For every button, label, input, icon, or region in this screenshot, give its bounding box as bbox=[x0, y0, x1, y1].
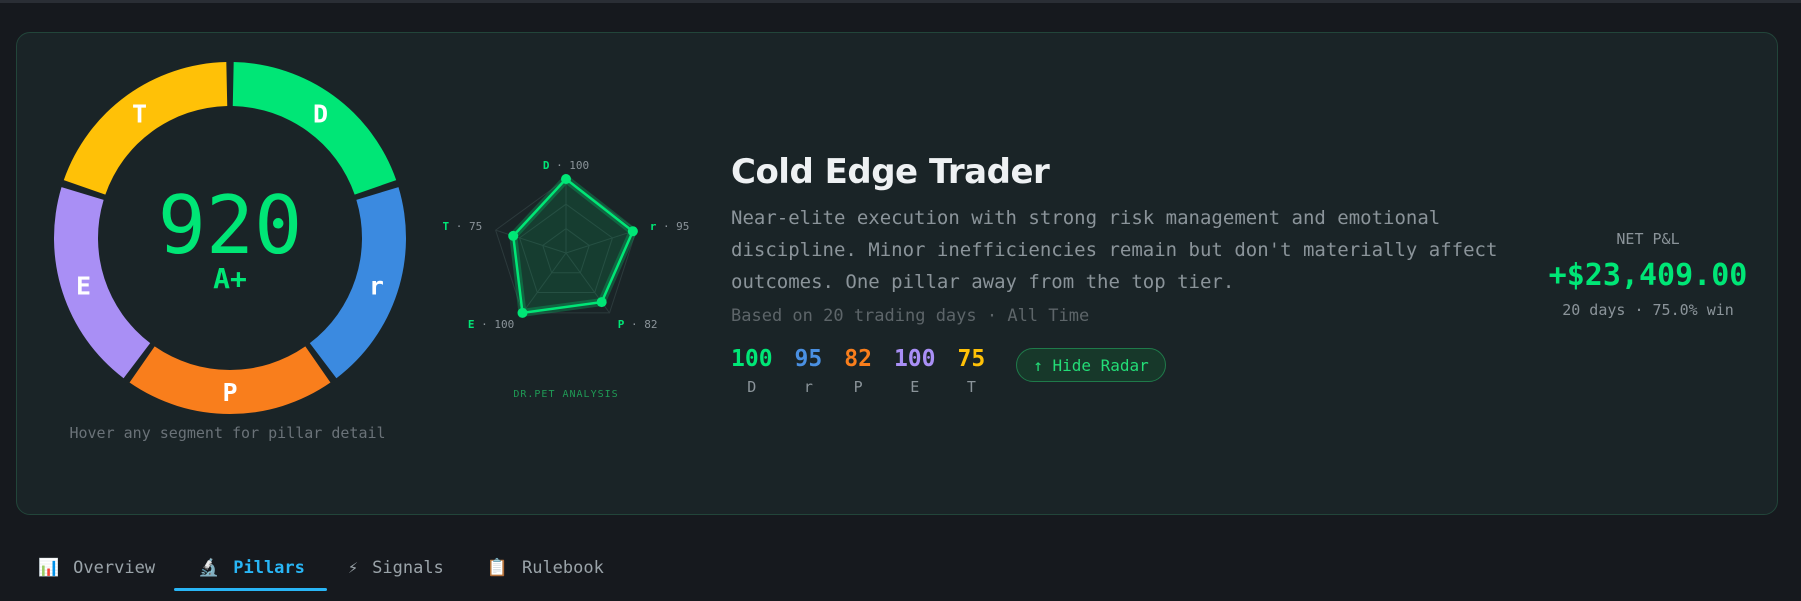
pillar-score-label: D bbox=[747, 378, 757, 396]
tab-signals[interactable]: ⚡ Signals bbox=[348, 548, 444, 588]
tab-bar: 📊 Overview 🔬 Pillars ⚡ Signals 📋 Rulebook bbox=[38, 548, 647, 591]
radar-caption: DR.PET ANALYSIS bbox=[513, 389, 618, 400]
radar-point-P bbox=[596, 297, 607, 308]
net-pnl-panel: NET P&L +$23,409.00 20 days · 75.0% win bbox=[1530, 230, 1766, 319]
profile-panel: Cold Edge Trader Near-elite execution wi… bbox=[731, 148, 1521, 396]
radar-glow bbox=[509, 173, 638, 318]
pillar-radar-chart: D · 100 r · 95 P · 82 E · 100 T · 75 DR.PET A… bbox=[443, 159, 690, 400]
donut-segment-label: E bbox=[76, 272, 91, 301]
hide-radar-button[interactable]: ↑ Hide Radar bbox=[1016, 348, 1166, 382]
donut-segment-r[interactable] bbox=[309, 187, 406, 379]
radar-axis-label: T · 75 bbox=[443, 220, 483, 233]
microscope-icon: 🔬 bbox=[198, 558, 220, 578]
tab-overview[interactable]: 📊 Overview bbox=[38, 548, 155, 588]
donut-segment-E[interactable] bbox=[53, 187, 151, 379]
pillar-score-value: 100 bbox=[893, 346, 936, 372]
net-pnl-summary: 20 days · 75.0% win bbox=[1562, 301, 1734, 319]
pillar-score-label: P bbox=[853, 378, 863, 396]
clipboard-icon: 📋 bbox=[486, 558, 508, 578]
net-pnl-value: +$23,409.00 bbox=[1548, 258, 1748, 293]
score-grade: A+ bbox=[213, 262, 247, 295]
radar-point-r bbox=[627, 226, 638, 237]
profile-title: Cold Edge Trader bbox=[731, 152, 1050, 192]
donut-segment-label: T bbox=[132, 99, 147, 128]
radar-point-E bbox=[517, 307, 528, 318]
pillar-score-P: 82 P bbox=[844, 346, 872, 396]
donut-segment-label: P bbox=[222, 378, 237, 407]
chart-icon: 📊 bbox=[38, 558, 60, 578]
pillar-score-label: E bbox=[910, 378, 920, 396]
donut-hint: Hover any segment for pillar detail bbox=[69, 424, 386, 442]
top-divider bbox=[0, 0, 1801, 3]
donut-segment-label: D bbox=[313, 99, 328, 128]
pillar-score-r: 95 r bbox=[795, 346, 823, 396]
pillar-donut-chart[interactable]: Dr P E T 920A+ bbox=[40, 48, 420, 428]
pillar-score-T: 75 T bbox=[958, 346, 986, 396]
tab-pillars[interactable]: 🔬 Pillars bbox=[174, 548, 327, 591]
pillar-score-D: 100 D bbox=[731, 346, 773, 396]
pillar-score-value: 100 bbox=[731, 346, 773, 372]
tab-label: Signals bbox=[372, 558, 444, 578]
radar-axis-label: P · 82 bbox=[618, 318, 658, 331]
radar-axis-label: E · 100 bbox=[468, 318, 514, 331]
radar-axis-label: r · 95 bbox=[650, 220, 690, 233]
score-value: 920 bbox=[158, 179, 303, 272]
tab-label: Rulebook bbox=[521, 558, 604, 578]
radar-point-D bbox=[561, 174, 571, 184]
tab-label: Pillars bbox=[233, 558, 305, 578]
pillar-score-label: T bbox=[966, 378, 976, 396]
radar-point-T bbox=[508, 230, 519, 241]
tab-label: Overview bbox=[73, 558, 156, 578]
donut-segment-label: r bbox=[369, 272, 384, 301]
profile-basis: Based on 20 trading days · All Time bbox=[731, 306, 1090, 326]
pillar-score-value: 95 bbox=[794, 346, 823, 372]
pillar-scores: 100 D 95 r 82 P 100 E 75 T ↑ Hide Radar bbox=[731, 346, 1521, 396]
lightning-icon: ⚡ bbox=[347, 558, 359, 578]
pillar-score-label: r bbox=[803, 378, 813, 396]
pillar-score-E: 100 E bbox=[894, 346, 936, 396]
pillar-score-value: 82 bbox=[844, 346, 872, 372]
net-pnl-label: NET P&L bbox=[1616, 230, 1680, 248]
pillar-score-value: 75 bbox=[957, 346, 986, 372]
profile-description: Near-elite execution with strong risk ma… bbox=[731, 207, 1498, 293]
radar-axis-label: D · 100 bbox=[543, 159, 589, 172]
tab-rulebook[interactable]: 📋 Rulebook bbox=[487, 548, 604, 588]
